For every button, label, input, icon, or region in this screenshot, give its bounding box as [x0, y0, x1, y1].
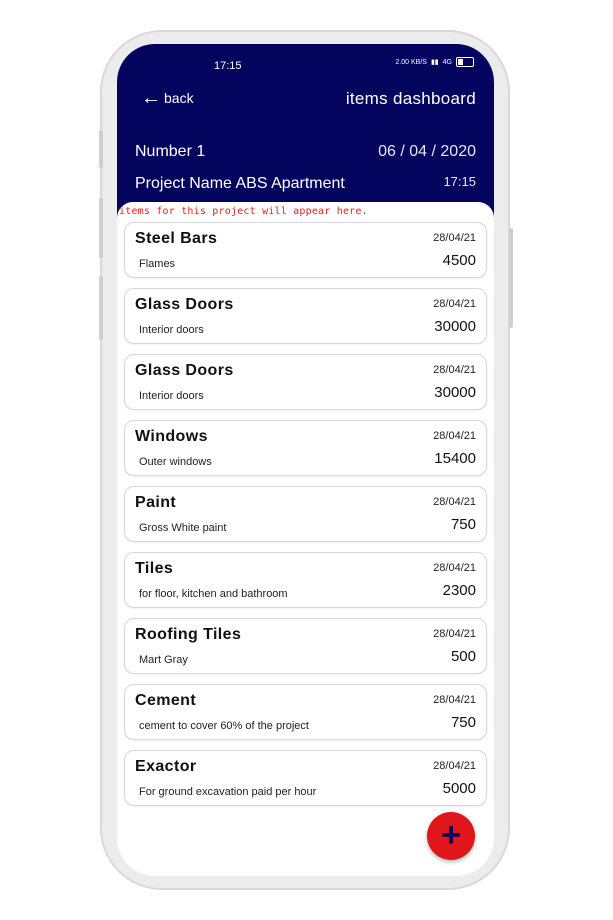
- item-date: 28/04/21: [433, 628, 476, 640]
- signal-icon: ▮▮: [430, 59, 439, 66]
- items-panel: items for this project will appear here.…: [117, 202, 494, 876]
- project-number: Number 1: [135, 143, 206, 160]
- item-name: Glass Doors: [135, 296, 234, 313]
- item-card[interactable]: Cement cement to cover 60% of the projec…: [124, 684, 487, 740]
- item-card[interactable]: Tiles for floor, kitchen and bathroom 28…: [124, 552, 487, 608]
- item-card[interactable]: Steel Bars Flames 28/04/21 4500: [124, 222, 487, 278]
- network-speed: 2.00 KB/S: [395, 58, 427, 66]
- item-name: Windows: [135, 428, 208, 445]
- item-amount: 4500: [442, 252, 476, 269]
- status-bar: 17:15 2.00 KB/S ▮▮ 4G: [117, 44, 494, 84]
- item-amount: 15400: [434, 450, 476, 467]
- item-date: 28/04/21: [433, 232, 476, 244]
- item-amount: 750: [450, 516, 476, 533]
- project-date: 06 / 04 / 2020: [378, 143, 476, 160]
- item-name: Cement: [135, 692, 197, 709]
- item-description: Mart Gray: [139, 654, 188, 666]
- item-card[interactable]: Paint Gross White paint 28/04/21 750: [124, 486, 487, 542]
- item-description: Gross White paint: [139, 522, 227, 534]
- item-description: Outer windows: [139, 456, 212, 468]
- item-card[interactable]: Glass Doors Interior doors 28/04/21 3000…: [124, 288, 487, 344]
- item-description: for floor, kitchen and bathroom: [139, 588, 288, 600]
- item-description: For ground excavation paid per hour: [139, 786, 317, 798]
- item-card[interactable]: Exactor For ground excavation paid per h…: [124, 750, 487, 806]
- status-indicators: 2.00 KB/S ▮▮ 4G: [395, 57, 474, 67]
- item-description: Flames: [139, 258, 176, 270]
- project-time: 17:15: [443, 174, 476, 189]
- item-name: Paint: [135, 494, 177, 511]
- status-time: 17:15: [214, 60, 242, 72]
- item-amount: 500: [450, 648, 476, 665]
- item-name: Steel Bars: [135, 230, 218, 247]
- side-button: [99, 276, 103, 340]
- item-amount: 5000: [442, 780, 476, 797]
- item-amount: 2300: [442, 582, 476, 599]
- item-date: 28/04/21: [433, 430, 476, 442]
- item-description: Interior doors: [139, 324, 204, 336]
- item-date: 28/04/21: [433, 298, 476, 310]
- app-screen: 17:15 2.00 KB/S ▮▮ 4G ← back items dashb…: [117, 44, 494, 876]
- empty-hint: items for this project will appear here.: [119, 206, 368, 217]
- item-amount: 30000: [434, 318, 476, 335]
- power-button: [509, 228, 513, 328]
- item-amount: 750: [450, 714, 476, 731]
- item-card[interactable]: Windows Outer windows 28/04/21 15400: [124, 420, 487, 476]
- page-title: items dashboard: [345, 89, 476, 108]
- item-date: 28/04/21: [433, 694, 476, 706]
- item-name: Tiles: [135, 560, 174, 577]
- item-card[interactable]: Roofing Tiles Mart Gray 28/04/21 500: [124, 618, 487, 674]
- plus-icon: +: [441, 815, 461, 854]
- item-name: Exactor: [135, 758, 197, 775]
- volume-down-button: [99, 198, 103, 258]
- project-name: Project Name ABS Apartment: [135, 175, 345, 192]
- item-amount: 30000: [434, 384, 476, 401]
- volume-up-button: [99, 130, 103, 168]
- item-name: Glass Doors: [135, 362, 234, 379]
- add-item-button[interactable]: +: [427, 812, 475, 860]
- arrow-left-icon: ←: [141, 87, 161, 109]
- items-list: Steel Bars Flames 28/04/21 4500 Glass Do…: [124, 222, 487, 816]
- item-date: 28/04/21: [433, 496, 476, 508]
- item-date: 28/04/21: [433, 364, 476, 376]
- item-description: cement to cover 60% of the project: [139, 720, 309, 732]
- item-name: Roofing Tiles: [135, 626, 242, 643]
- signal-label: 4G: [442, 58, 452, 66]
- item-description: Interior doors: [139, 390, 204, 402]
- battery-icon: [456, 57, 474, 67]
- back-label: back: [164, 90, 194, 106]
- item-date: 28/04/21: [433, 562, 476, 574]
- item-date: 28/04/21: [433, 760, 476, 772]
- back-button[interactable]: ← back: [141, 87, 194, 109]
- item-card[interactable]: Glass Doors Interior doors 28/04/21 3000…: [124, 354, 487, 410]
